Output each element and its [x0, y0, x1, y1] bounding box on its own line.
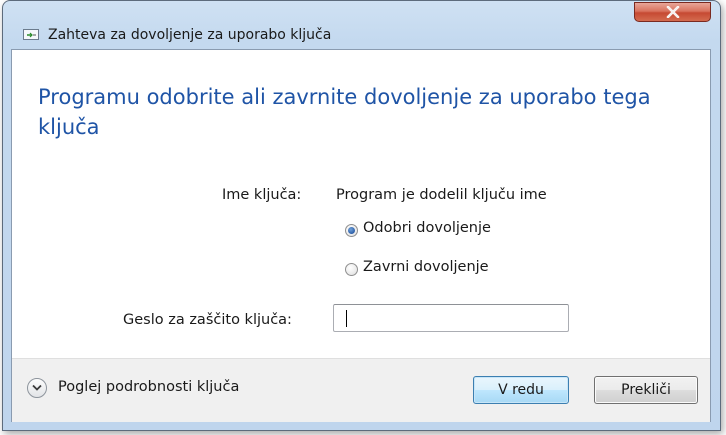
- chevron-down-icon: [32, 384, 42, 391]
- expand-details-button[interactable]: [27, 378, 47, 398]
- close-icon: [666, 6, 680, 18]
- password-input[interactable]: [333, 304, 569, 332]
- close-button[interactable]: [634, 2, 711, 22]
- password-label: Geslo za zaščito ključa:: [123, 312, 292, 328]
- details-link[interactable]: Poglej podrobnosti ključa: [58, 379, 239, 395]
- dialog-footer: Poglej podrobnosti ključa V redu Preklič…: [12, 358, 710, 422]
- window-icon: [23, 29, 39, 40]
- radio-label-deny[interactable]: Zavrni dovoljenje: [363, 259, 489, 275]
- ok-button[interactable]: V redu: [473, 376, 569, 404]
- key-name-value: Program je dodelil ključu ime: [336, 187, 547, 203]
- radio-button-grant[interactable]: [345, 224, 358, 237]
- dialog-content: Programu odobrite ali zavrnite dovoljenj…: [11, 49, 711, 422]
- page-title: Programu odobrite ali zavrnite dovoljenj…: [38, 85, 651, 139]
- cancel-button[interactable]: Prekliči: [594, 376, 698, 404]
- radio-button-deny[interactable]: [345, 263, 358, 276]
- dialog-window: Zahteva za dovoljenje za uporabo ključa …: [2, 0, 721, 431]
- key-name-label: Ime ključa:: [222, 187, 302, 203]
- text-caret: [346, 310, 347, 327]
- radio-label-grant[interactable]: Odobri dovoljenje: [363, 220, 491, 236]
- title-bar[interactable]: Zahteva za dovoljenje za uporabo ključa: [3, 1, 720, 43]
- window-title: Zahteva za dovoljenje za uporabo ključa: [48, 27, 332, 43]
